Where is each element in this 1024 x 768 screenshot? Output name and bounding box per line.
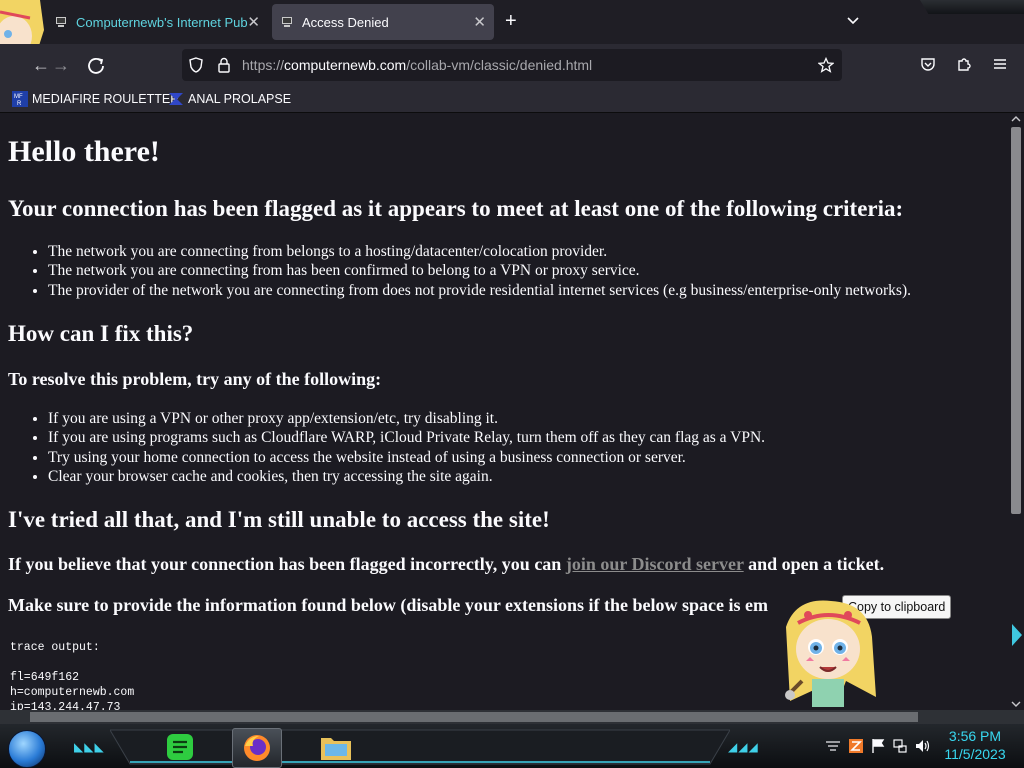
provide-info-text: Make sure to provide the information fou… [8,595,769,615]
bookmarks-toolbar: MF R MEDIAFIRE ROULETTER ANAL PROLAPSE [0,86,1024,113]
navigation-toolbar: ← → https://computernewb.com/collab-vm/c… [0,44,1024,86]
computer-favicon-icon [282,17,292,27]
scroll-up-icon[interactable] [1010,115,1022,123]
notes-app-icon [167,734,193,760]
new-tab-button[interactable]: + [505,10,517,32]
list-item: If you are using programs such as Cloudf… [48,428,765,447]
scroll-down-icon[interactable] [1010,700,1022,708]
start-button[interactable] [8,730,46,768]
bookmark-label: ANAL PROLAPSE [188,92,292,106]
taskbar-clock[interactable]: 3:56 PM 11/5/2023 [935,727,1015,763]
mf-icon: MFR [12,91,28,107]
computer-favicon-icon [56,17,66,27]
folder-icon [321,738,351,760]
criteria-heading: Your connection has been flagged as it a… [8,196,904,221]
close-tab-icon[interactable]: ✕ [247,13,260,31]
flag-icon[interactable] [870,738,886,754]
taskbar-deco-right: ◢◢◢ [728,740,759,754]
taskbar-firefox-app[interactable] [232,728,282,768]
hamburger-menu-icon[interactable] [992,56,1008,72]
list-item: Try using your home connection to access… [48,448,765,467]
fix-heading: How can I fix this? [8,321,194,346]
bookmark-star-icon[interactable] [818,57,834,73]
tab-title: Access Denied [302,14,389,30]
url-text: https://computernewb.com/collab-vm/class… [242,57,593,73]
taskbar-explorer-app[interactable] [312,728,360,766]
tray-overflow-icon[interactable] [824,738,842,754]
clock-date: 11/5/2023 [944,746,1006,762]
svg-text:R: R [17,101,22,107]
tab-title: Computernewb's Internet Pub [76,14,248,30]
clock-time: 3:56 PM [948,728,1002,744]
forward-button[interactable]: → [50,54,72,76]
bookmark-label: MEDIAFIRE ROULETTER [32,92,180,106]
horizontal-scroll-thumb[interactable] [30,712,918,722]
fixes-list: If you are using a VPN or other proxy ap… [8,409,765,486]
vertical-scroll-thumb[interactable] [1011,127,1021,514]
taskbar-notes-app[interactable] [156,728,204,766]
lock-icon[interactable] [217,57,231,73]
close-tab-icon[interactable]: ✕ [473,13,486,31]
list-item: Clear your browser cache and cookies, th… [48,467,765,486]
url-bar[interactable]: https://computernewb.com/collab-vm/class… [182,49,842,81]
list-item: The network you are connecting from has … [48,261,911,280]
list-item: If you are using a VPN or other proxy ap… [48,409,765,428]
svg-text:MF: MF [14,94,23,100]
trace-output: trace output: fl=649f162 h=computernewb.… [10,641,135,710]
volume-icon[interactable] [914,738,930,754]
tab-strip: Computernewb's Internet Pub ✕ Access Den… [0,0,1024,80]
network-icon[interactable] [892,738,908,754]
reload-icon[interactable] [85,54,107,76]
discord-paragraph: If you believe that your connection has … [8,554,885,574]
pocket-icon[interactable] [920,56,936,72]
chevron-bookmark-icon [169,93,183,105]
page-content: Hello there! Your connection has been fl… [0,113,1008,710]
list-item: The provider of the network you are conn… [48,281,911,300]
window-frame-decoration [920,0,1024,14]
list-item: The network you are connecting from belo… [48,242,911,261]
resolve-heading: To resolve this problem, try any of the … [8,369,382,389]
tab-access-denied[interactable]: Access Denied ✕ [272,4,494,40]
still-heading: I've tried all that, and I'm still unabl… [8,507,550,532]
tab-computernewb[interactable]: Computernewb's Internet Pub ✕ [46,4,268,40]
discord-link[interactable]: join our Discord server [566,554,744,574]
tray-app-icon[interactable] [848,738,864,754]
side-arrow-icon [1012,624,1022,646]
back-button[interactable]: ← [30,54,52,76]
extensions-puzzle-icon[interactable] [956,56,972,72]
system-tray [824,736,930,756]
shield-icon[interactable] [188,57,204,73]
criteria-list: The network you are connecting from belo… [8,242,911,300]
list-all-tabs-icon[interactable] [845,12,861,28]
mascot-sticker [785,600,876,707]
bookmark-prolapse[interactable]: ANAL PROLAPSE [168,90,291,108]
page-heading: Hello there! [8,135,160,168]
taskbar-deco-left: ◣◣◣ [74,740,105,754]
firefox-icon [244,735,270,761]
bookmark-mediafire[interactable]: MF R MEDIAFIRE ROULETTER [12,90,179,108]
